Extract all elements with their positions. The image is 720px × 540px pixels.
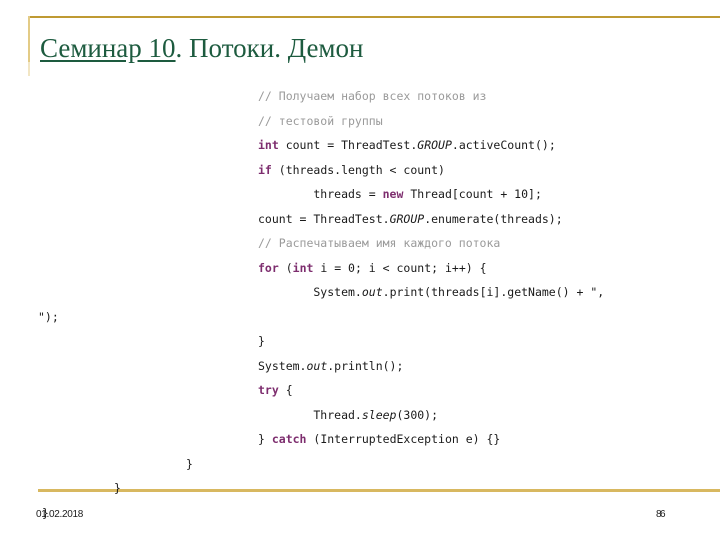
code-line: } catch (InterruptedException e) {}: [0, 427, 720, 452]
code-token-pln: {: [278, 383, 293, 397]
footer-date: 01.02.2018: [36, 509, 84, 520]
code-token-pln: count = ThreadTest.: [278, 138, 418, 152]
code-line: for (int i = 0; i < count; i++) {: [0, 256, 720, 281]
code-line: }: [0, 501, 720, 526]
code-token-kw: int: [258, 138, 279, 152]
code-line: ");: [0, 305, 720, 330]
code-line: try {: [0, 378, 720, 403]
code-token-pln: (threads.length < count): [271, 162, 445, 177]
page-title-rest: . Потоки. Демон: [175, 33, 364, 63]
code-token-kw: if: [258, 162, 272, 177]
code-token-kw: int: [292, 260, 314, 275]
code-token-pln: }: [258, 334, 265, 348]
frame-top-rule: [28, 16, 720, 18]
code-token-pln: i = 0; i < count; i++) {: [313, 260, 487, 275]
code-line: System.out.print(threads[i].getName() + …: [0, 280, 720, 305]
code-token-pln: }: [186, 456, 193, 471]
code-token-kw: catch: [271, 432, 307, 446]
code-line: // тестовой группы: [0, 109, 720, 134]
code-token-pln: System.: [258, 285, 362, 299]
code-token-pln: Thread.: [258, 407, 362, 422]
code-token-pln: Thread[count + 10];: [403, 187, 542, 201]
footer-page-number: 86: [656, 509, 666, 520]
code-token-kw: new: [382, 187, 404, 201]
code-line: // Распечатываем имя каждого потока: [0, 231, 720, 256]
code-token-kw: for: [258, 260, 279, 275]
code-token-itl: sleep: [361, 407, 397, 422]
code-token-pln: count = ThreadTest.: [258, 211, 390, 226]
code-token-pln: .println();: [327, 358, 404, 373]
code-token-pln: (InterruptedException e) {}: [306, 432, 501, 446]
code-token-cmt: // Распечатываем имя каждого потока: [258, 236, 501, 250]
code-token-pln: .activeCount();: [451, 138, 556, 152]
code-token-itl: out: [361, 285, 383, 299]
code-token-pln: (300);: [396, 407, 439, 422]
code-line: }: [0, 452, 720, 477]
code-token-pln: .enumerate(threads);: [424, 211, 563, 226]
code-token-kw: try: [258, 383, 279, 397]
code-token-pln: .print(threads[i].getName() + ",: [382, 285, 612, 299]
code-line: Thread.sleep(300);: [0, 403, 720, 428]
code-line: System.out.println();: [0, 354, 720, 379]
code-line: // Получаем набор всех потоков из: [0, 84, 720, 109]
code-token-pln: (: [278, 260, 293, 275]
code-token-pln: threads =: [258, 187, 383, 201]
code-token-pln: System.: [258, 358, 307, 373]
page-title: Семинар 10. Потоки. Демон: [40, 32, 363, 64]
frame-left-rule-lower: [28, 62, 30, 76]
code-line: }: [0, 329, 720, 354]
code-token-cmt: // тестовой группы: [258, 113, 383, 128]
code-token-pln: }: [114, 481, 121, 495]
code-token-cmt: // Получаем набор всех потоков из: [258, 89, 487, 103]
code-line: if (threads.length < count): [0, 158, 720, 183]
code-token-itl: GROUP: [417, 138, 452, 152]
code-line: int count = ThreadTest.GROUP.activeCount…: [0, 133, 720, 158]
slide-canvas: Семинар 10. Потоки. Демон // Получаем на…: [0, 0, 720, 540]
code-token-pln: }: [258, 432, 272, 446]
code-token-pln: ");: [38, 309, 59, 324]
code-token-itl: out: [306, 358, 328, 373]
code-block: // Получаем набор всех потоков из // тест…: [0, 84, 720, 525]
code-token-itl: GROUP: [389, 211, 425, 226]
page-title-underlined-part: Семинар 10: [40, 33, 176, 63]
frame-left-rule: [28, 16, 30, 62]
code-line: }: [0, 476, 720, 501]
code-line: threads = new Thread[count + 10];: [0, 182, 720, 207]
code-line: count = ThreadTest.GROUP.enumerate(threa…: [0, 207, 720, 232]
